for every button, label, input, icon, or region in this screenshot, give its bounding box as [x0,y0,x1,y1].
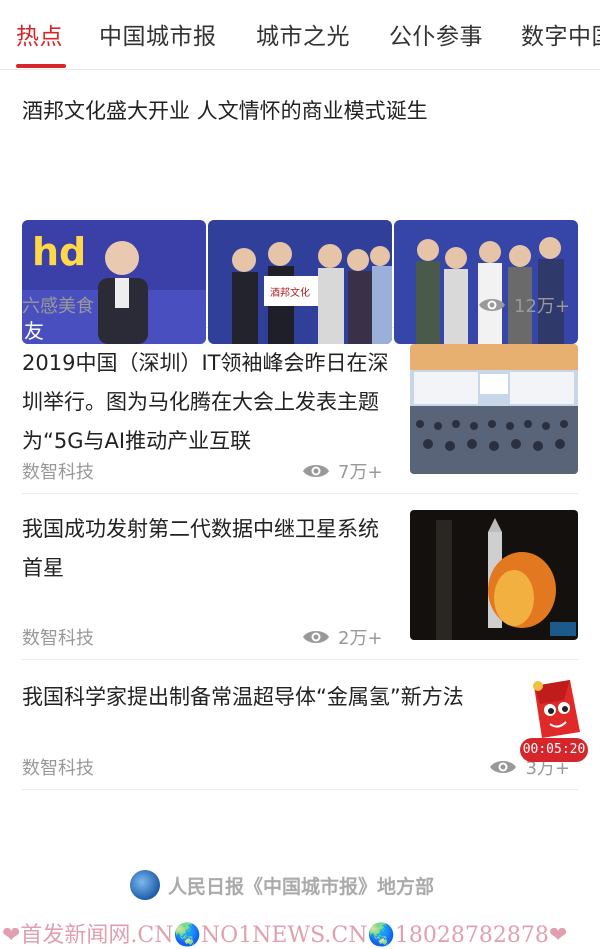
views-count: 12万+ [514,296,570,317]
item-views: 12万+ [478,292,570,318]
eye-icon [479,299,505,311]
item-views: 7万+ [302,458,383,484]
globe-icon [130,870,160,900]
eye-icon [490,761,517,773]
item-title[interactable]: 我国成功发射第二代数据中继卫星系统首星 [22,510,394,588]
list-item[interactable]: 我国成功发射第二代数据中继卫星系统首星 数智科技 2万+ [22,494,578,660]
tab-digital-china[interactable]: 数字中国 [521,17,600,51]
tab-city-light[interactable]: 城市之光 [256,17,350,51]
eye-icon [303,631,329,643]
red-envelope-icon [533,680,580,738]
watermark: ❤首发新闻网.CN🌏NO1NEWS.CN🌏18028782878❤ [2,923,568,948]
item-source: 六感美食 [22,296,94,317]
item-thumbnail[interactable] [410,344,578,474]
item-source: 数智科技 [22,758,94,779]
footer-source-text: 人民日报《中国城市报》地方部 [168,875,435,898]
eye-icon [303,465,329,477]
list-item[interactable]: 2019中国（深圳）IT领袖峰会昨日在深圳举行。图为马化腾在大会上发表主题为“5… [22,328,578,494]
channel-tabs: 热点 中国城市报 城市之光 公仆参事 数字中国 [0,0,600,70]
item-views: 2万+ [302,624,383,650]
tab-china-city-news[interactable]: 中国城市报 [99,17,217,51]
item-thumbnail[interactable] [410,510,578,640]
tab-hot[interactable]: 热点 [16,17,63,51]
item-image[interactable]: 酒邦文化 [208,220,392,344]
item-source: 数智科技 [22,628,94,649]
item-image[interactable]: hd 友 [22,220,206,344]
svg-text:hd: hd [32,230,86,274]
views-count: 7万+ [338,462,383,483]
item-source: 数智科技 [22,462,94,483]
tab-public-servant[interactable]: 公仆参事 [389,17,483,51]
svg-text:酒邦文化: 酒邦文化 [270,286,310,299]
item-title[interactable]: 酒邦文化盛大开业 人文情怀的商业模式诞生 [22,92,428,131]
active-tab-indicator [16,64,66,68]
item-image[interactable] [394,220,578,344]
list-item[interactable]: 酒邦文化盛大开业 人文情怀的商业模式诞生 hd 友 酒邦文化 六感美食 12万+ [22,70,578,344]
views-count: 2万+ [338,628,383,649]
list-item[interactable]: 我国科学家提出制备常温超导体“金属氢”新方法 数智科技 3万+ [22,660,578,790]
footer-source: 人民日报《中国城市报》地方部 [130,870,434,900]
item-title[interactable]: 我国科学家提出制备常温超导体“金属氢”新方法 [22,678,578,717]
item-title[interactable]: 2019中国（深圳）IT领袖峰会昨日在深圳举行。图为马化腾在大会上发表主题为“5… [22,344,394,461]
float-timer: 00:05:20 [520,738,588,762]
